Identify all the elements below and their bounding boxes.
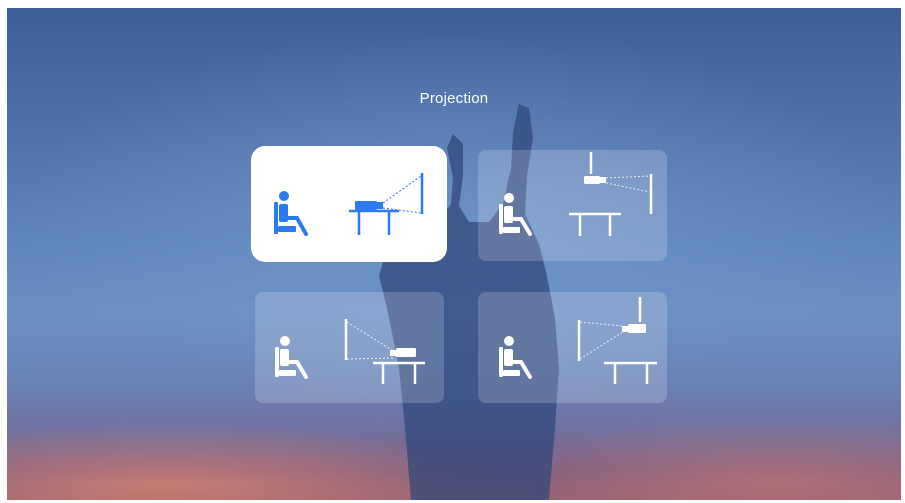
rear-table-illustration	[275, 319, 425, 384]
front-table-illustration	[274, 173, 424, 236]
person-seated-icon	[275, 336, 308, 379]
projector-icon	[355, 201, 383, 210]
table-icon	[373, 361, 425, 384]
background-silhouette	[379, 104, 559, 500]
projection-beam	[579, 321, 624, 360]
table-icon	[604, 361, 657, 384]
mode-card-rear-ceiling[interactable]	[478, 292, 667, 403]
projection-beam	[346, 321, 396, 360]
person-seated-icon	[499, 193, 532, 236]
projection-settings-screen: Projection	[7, 8, 901, 500]
mode-card-front-ceiling[interactable]	[478, 150, 667, 261]
mode-card-rear-table[interactable]	[255, 292, 444, 403]
rear-ceiling-illustration	[499, 297, 657, 384]
table-icon	[569, 212, 621, 236]
person-seated-icon	[499, 336, 532, 379]
front-ceiling-illustration	[499, 152, 653, 236]
projection-beam	[605, 175, 651, 193]
page-title: Projection	[419, 90, 489, 107]
mode-card-front-table[interactable]	[251, 146, 447, 262]
projector-icon	[390, 348, 416, 357]
person-seated-icon	[274, 191, 308, 236]
projection-beam	[382, 175, 422, 214]
table-icon	[349, 209, 399, 235]
projector-icon	[622, 324, 646, 333]
projector-icon	[584, 176, 606, 184]
